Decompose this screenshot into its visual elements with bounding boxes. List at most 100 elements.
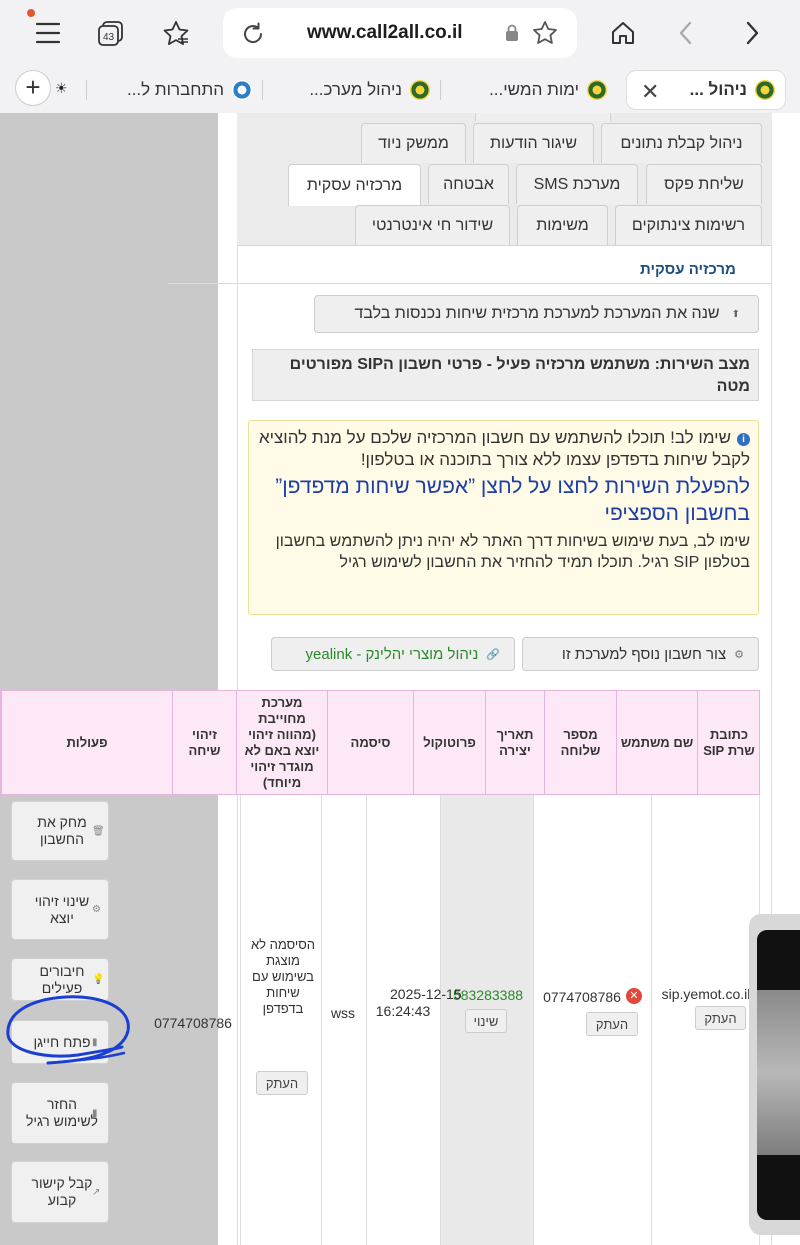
nav-security[interactable]: אבטחה — [428, 164, 509, 204]
nav-sms[interactable]: מערכת SMS — [516, 164, 638, 204]
copy-password-button[interactable]: העתק — [256, 1071, 308, 1095]
cell-sip-server: sip.yemot.co.il — [661, 986, 751, 1002]
action-label: פתח חייגן — [33, 1033, 91, 1050]
nav-business-pbx[interactable]: מרכזיה עסקית — [288, 164, 421, 206]
accounts-table-header: כתובת שרת SIP שם משתמש מספר שלוחה תאריך … — [0, 690, 760, 795]
th-created: תאריך יצירה — [485, 691, 544, 794]
menu-icon[interactable] — [31, 16, 65, 50]
nav-live-broadcast[interactable]: שידור חי אינטרנטי — [355, 205, 510, 245]
open-dialer-button[interactable]: ▮ פתח חייגן — [11, 1020, 109, 1064]
th-username: שם משתמש — [616, 691, 697, 794]
service-status: מצב השירות: משתמש מרכזיה פעיל - פרטי חשב… — [252, 349, 759, 401]
change-extension-button[interactable]: שינוי — [465, 1009, 507, 1033]
lock-icon — [505, 24, 519, 47]
nav-porting[interactable]: ממשק ניוד — [361, 123, 466, 163]
url-text: www.call2all.co.il — [307, 22, 463, 43]
copy-sip-server-button[interactable]: העתק — [695, 1006, 746, 1030]
link-icon: 🔗 — [486, 648, 500, 661]
add-account-label: צור חשבון נוסף למערכת זו — [561, 645, 727, 663]
favorite-star-icon[interactable] — [531, 19, 559, 52]
forward-icon[interactable] — [735, 16, 769, 50]
notice-highlight: להפעלת השירות לחצו על לחצן ”אפשר שיחות מ… — [275, 475, 750, 525]
notice-line1: שימו לב! תוכלו להשתמש עם חשבון המרכזיה ש… — [258, 428, 750, 469]
section-title: מרכזיה עסקית — [640, 261, 736, 278]
trash-icon: 🗑 — [92, 825, 105, 837]
bookmarks-star-icon[interactable] — [159, 16, 193, 50]
tab-favicon — [410, 80, 430, 100]
nav-ping-lists[interactable]: רשימות צינתוקים — [615, 205, 762, 245]
overlay-image — [757, 990, 800, 1155]
nav-send-messages[interactable]: שיגור הודעות — [473, 123, 594, 163]
table-row: sip.yemot.co.il העתק ✕ 0774708786 העתק 5… — [0, 795, 760, 1245]
created-date: 2025-12-15 — [390, 986, 462, 1002]
th-extension: מספר שלוחה — [544, 691, 616, 794]
tab-yemot[interactable]: ימות המשי... — [467, 70, 607, 110]
tab-favicon — [587, 80, 607, 100]
add-account-button[interactable]: ⚙ צור חשבון נוסף למערכת זו — [522, 637, 759, 671]
th-password: סיסמה — [327, 691, 413, 794]
overlay-video — [757, 930, 800, 1220]
cell-caller-id: 0774708786 — [154, 1015, 232, 1031]
new-tab-button[interactable]: + — [15, 70, 51, 106]
delete-account-button[interactable]: 🗑 מחק את החשבון — [11, 801, 109, 861]
cell-protocol: wss — [330, 1005, 356, 1021]
get-permanent-link-button[interactable]: ↗ קבל קישור קבוע — [11, 1161, 109, 1223]
th-protocol: פרוטוקול — [413, 691, 485, 794]
tab-favicon — [232, 80, 252, 100]
tab-favicon — [755, 80, 775, 100]
tab-label: ימות המשי... — [489, 80, 579, 99]
nav-data-intake[interactable]: ניהול קבלת נתונים — [601, 123, 762, 163]
floating-overlay[interactable] — [749, 914, 800, 1235]
error-x-icon: ✕ — [626, 988, 642, 1004]
browser-toolbar: 43 www.call2all.co.il — [0, 0, 800, 66]
back-icon[interactable] — [669, 16, 703, 50]
info-icon: i — [737, 433, 750, 446]
tab-count: 43 — [103, 32, 115, 43]
switch-button-label: שנה את המערכת למערכת מרכזית שיחות נכנסות… — [354, 305, 720, 322]
home-icon[interactable] — [606, 16, 640, 50]
tab-close-icon[interactable]: ✕ — [641, 79, 659, 105]
bars-icon: ▮ — [92, 1107, 98, 1119]
tabs-counter-icon[interactable]: 43 — [94, 16, 128, 50]
cell-password-note: הסיסמה לא מוצגת בשימוש עם שיחות בדפדפן — [250, 937, 316, 1016]
cell-created: 2025-12-15 16:24:43 — [370, 986, 462, 1020]
gear-icon: ⚙ — [92, 904, 101, 915]
address-bar[interactable]: www.call2all.co.il — [223, 8, 577, 58]
tab-label: ניהול מערכ... — [309, 80, 402, 99]
yealink-button[interactable]: 🔗 ניהול מוצרי יהלינק - yealink — [271, 637, 515, 671]
cell-username: 0774708786 — [543, 989, 621, 1005]
arrow-up-icon: ⬆ — [731, 308, 740, 320]
th-caller-id: זיהוי שיחה — [172, 691, 236, 794]
action-label: החזר לשימוש רגיל — [26, 1096, 98, 1129]
action-label: שינוי זיהוי יוצא — [34, 892, 90, 926]
active-connections-button[interactable]: 💡 חיבורים פעילים — [11, 958, 109, 1001]
tab-label: התחברות ל... — [126, 80, 224, 99]
switch-to-incoming-only-button[interactable]: ⬆ שנה את המערכת למערכת מרכזית שיחות נכנס… — [314, 295, 759, 333]
link-icon: ↗ — [92, 1186, 101, 1198]
tab-login[interactable]: התחברות ל... — [112, 70, 252, 110]
th-actions: פעולות — [1, 691, 172, 794]
bulb-icon: 💡 — [92, 974, 105, 985]
nav-fax[interactable]: שליחת פקס — [646, 164, 762, 204]
weather-icon: ☀ — [55, 80, 68, 96]
browser-tab-strip: + ☀ התחברות ל... ניהול מערכ... ימות המשי… — [0, 66, 800, 113]
action-label: חיבורים פעילים — [39, 962, 85, 996]
feature-nav: ניהול קבלת נתונים שיגור הודעות ממשק ניוד… — [237, 113, 772, 246]
notice-line2: שימו לב, בעת שימוש בשיחות דרך האתר לא יה… — [275, 533, 750, 571]
tab-active[interactable]: ניהול ... ✕ — [626, 70, 786, 110]
web-page: ניהול קבלת נתונים שיגור הודעות ממשק ניוד… — [0, 113, 800, 1245]
bars-icon: ▮ — [92, 1036, 98, 1048]
tab-system-manage[interactable]: ניהול מערכ... — [290, 70, 430, 110]
reload-icon[interactable] — [239, 20, 267, 53]
action-label: קבל קישור קבוע — [31, 1175, 93, 1208]
th-sip-server: כתובת שרת SIP — [697, 691, 760, 794]
tab-label: ניהול ... — [689, 80, 747, 99]
change-caller-id-button[interactable]: ⚙ שינוי זיהוי יוצא — [11, 879, 109, 940]
th-required-system: מערכת מחוייבת (מהווה זיהוי יוצא באם לא מ… — [236, 691, 327, 794]
gear-icon: ⚙ — [734, 648, 744, 661]
restore-regular-use-button[interactable]: ▮ החזר לשימוש רגיל — [11, 1082, 109, 1144]
nav-tasks[interactable]: משימות — [517, 205, 608, 245]
created-time: 16:24:43 — [375, 1003, 431, 1019]
copy-username-button[interactable]: העתק — [586, 1012, 638, 1036]
divider — [168, 283, 772, 284]
